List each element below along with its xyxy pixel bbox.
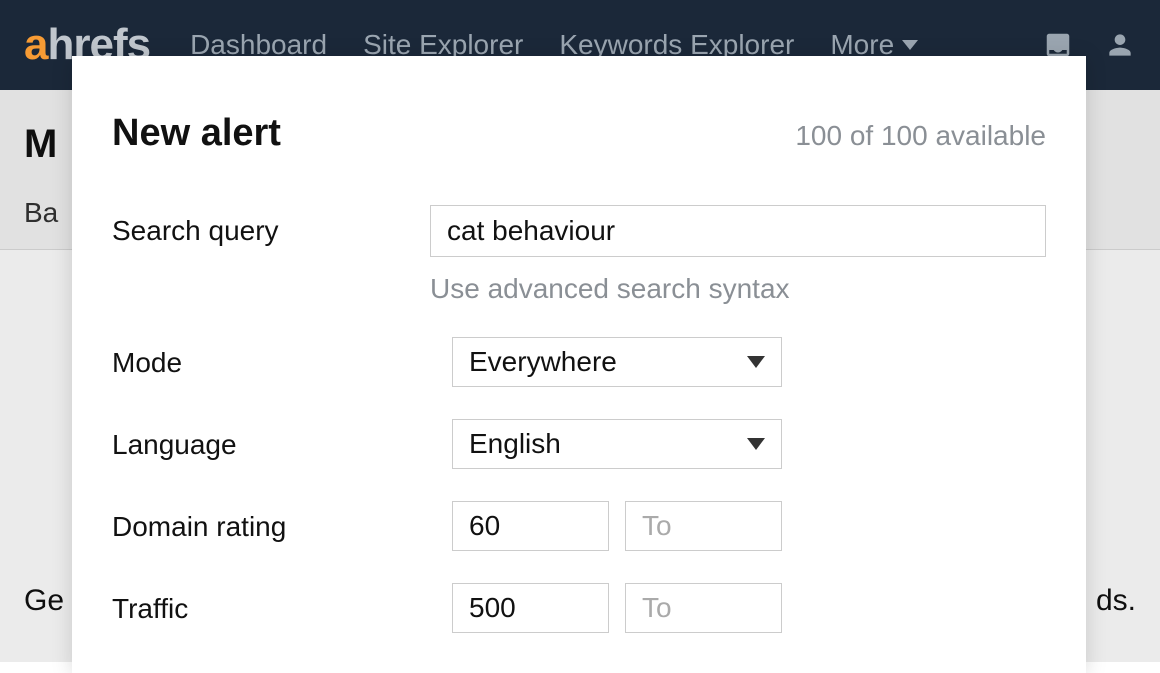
language-select-value: English [469,428,747,460]
label-language: Language [112,419,452,461]
row-traffic: Traffic [112,583,1046,633]
language-select[interactable]: English [452,419,782,469]
label-domain-rating: Domain rating [112,501,452,543]
search-query-input[interactable] [430,205,1046,257]
new-alert-modal: New alert 100 of 100 available Search qu… [72,56,1086,673]
alerts-available-count: 100 of 100 available [795,120,1046,152]
label-mode: Mode [112,337,452,379]
label-search-query: Search query [112,205,430,247]
modal-title: New alert [112,112,281,155]
chevron-down-icon [747,438,765,450]
domain-rating-from-input[interactable] [452,501,609,551]
row-mode: Mode Everywhere [112,337,1046,387]
traffic-from-input[interactable] [452,583,609,633]
label-traffic: Traffic [112,583,452,625]
row-domain-rating: Domain rating [112,501,1046,551]
mode-select-value: Everywhere [469,346,747,378]
chevron-down-icon [902,40,918,50]
page-body-text-right: ds. [1096,584,1136,618]
page-body-text-left: Ge [24,584,64,618]
domain-rating-to-input[interactable] [625,501,782,551]
traffic-to-input[interactable] [625,583,782,633]
mode-select[interactable]: Everywhere [452,337,782,387]
user-avatar-icon[interactable] [1104,29,1136,61]
row-language: Language English [112,419,1046,469]
chevron-down-icon [747,356,765,368]
advanced-search-link[interactable]: Use advanced search syntax [430,273,790,305]
row-search-query: Search query Use advanced search syntax [112,205,1046,305]
logo-a: a [24,20,47,69]
modal-header: New alert 100 of 100 available [112,112,1046,155]
